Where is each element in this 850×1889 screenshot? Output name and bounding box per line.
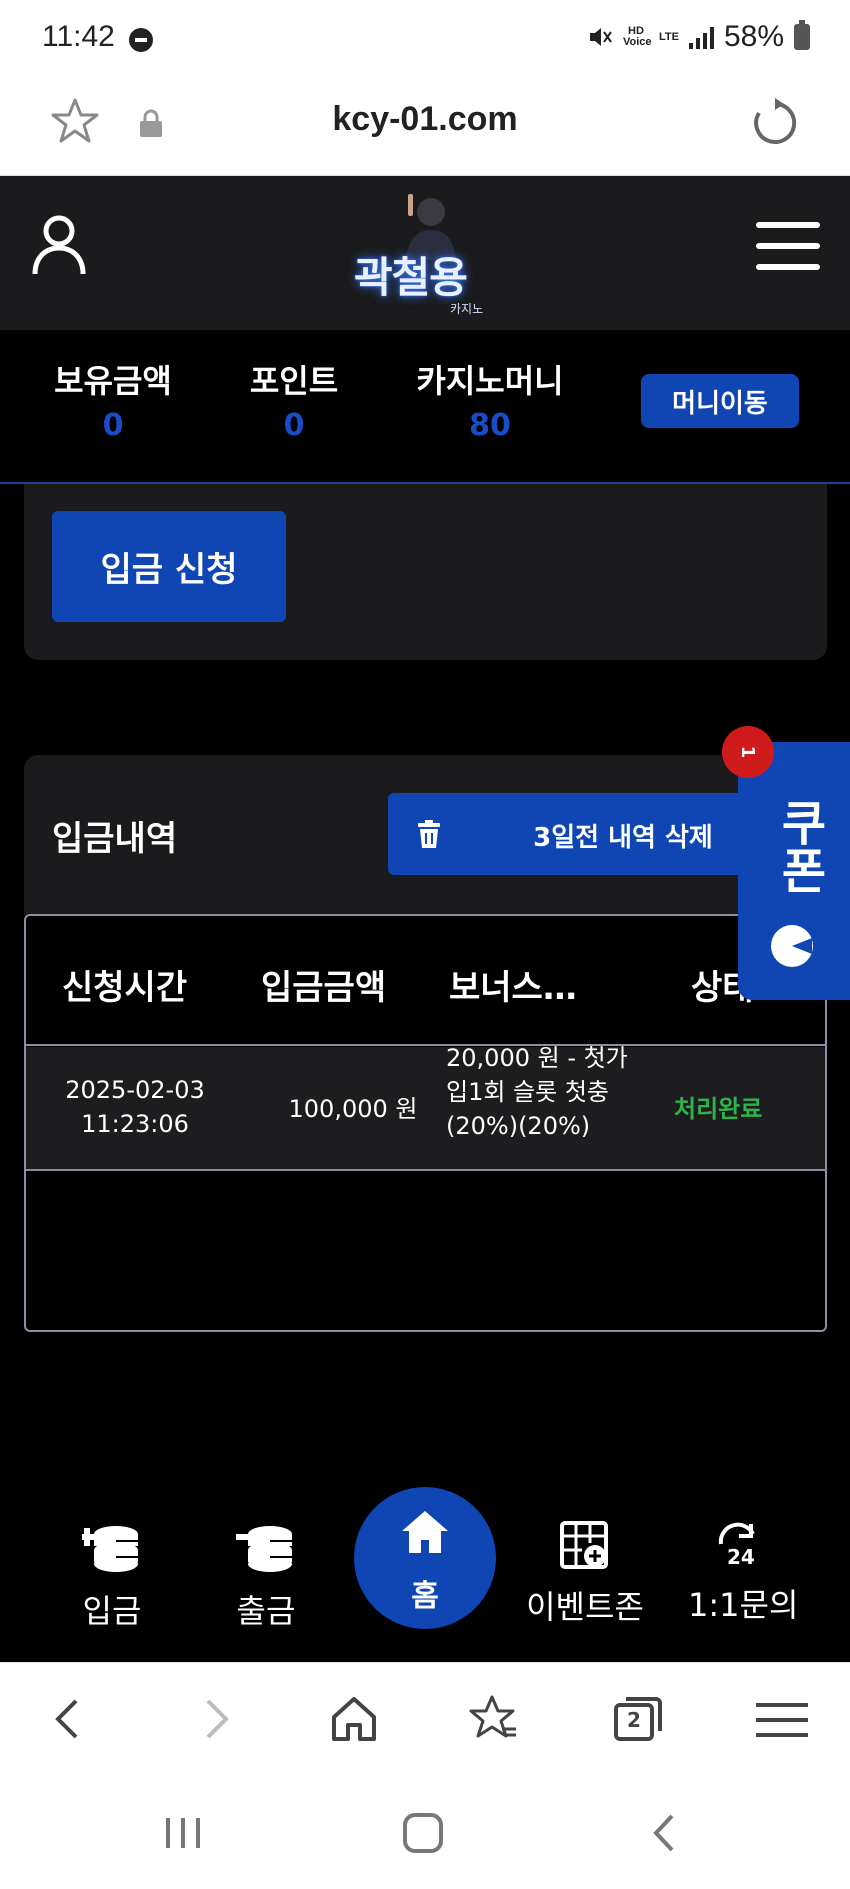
- system-back-icon[interactable]: [640, 1808, 690, 1858]
- user-icon[interactable]: [32, 214, 86, 276]
- hamburger-menu-icon[interactable]: [756, 222, 820, 270]
- deposit-history-card: 입금내역 3일전 내역 삭제: [24, 755, 827, 915]
- balance-row: 보유금액 0 포인트 0 카지노머니 80 머니이동: [0, 330, 850, 484]
- nav-item-inquiry[interactable]: 24 1:1문의: [688, 1520, 799, 1626]
- balance-item-casino-money: 카지노머니 80: [410, 356, 570, 443]
- balance-item-holding: 보유금액 0: [48, 356, 178, 443]
- coupon-icon: [771, 925, 813, 967]
- status-time: 11:42: [42, 20, 115, 53]
- nav-label-withdraw: 출금: [236, 1592, 296, 1630]
- logo-subtext: 카지노: [450, 302, 484, 316]
- system-nav-bar: [0, 1774, 850, 1889]
- money-move-button[interactable]: 머니이동: [641, 374, 799, 428]
- nav-item-withdraw[interactable]: 출금: [226, 1520, 306, 1632]
- svg-text:24: 24: [727, 1545, 755, 1569]
- network-type-icon: LTE: [658, 30, 679, 43]
- coupon-count-badge: 1: [722, 726, 774, 778]
- balance-value: 0: [102, 408, 124, 443]
- home-icon: [402, 1511, 448, 1553]
- cell-status: 처리완료: [674, 1095, 763, 1123]
- nav-item-deposit[interactable]: 입금: [72, 1520, 152, 1632]
- history-table: 신청시간 입금금액 보너스… 상태 2025-02-03 11:23:06 10…: [24, 914, 827, 1332]
- logo-text: 곽철용: [354, 253, 468, 302]
- reload-icon[interactable]: [748, 96, 802, 150]
- deposit-apply-button[interactable]: 입금 신청: [52, 511, 286, 622]
- do-not-disturb-icon: [129, 28, 153, 52]
- browser-menu-icon[interactable]: [756, 1693, 808, 1745]
- column-header-time: 신청시간: [62, 968, 188, 1008]
- balance-item-points: 포인트 0: [242, 356, 346, 443]
- nav-item-event-zone[interactable]: 이벤트존: [520, 1520, 650, 1628]
- status-icons: HD Voice LTE 58%: [587, 20, 810, 54]
- table-row[interactable]: 2025-02-03 11:23:06 100,000 원 20,000 원 -…: [26, 1044, 825, 1171]
- casino-money-value: 80: [469, 408, 511, 443]
- back-icon[interactable]: [44, 1693, 96, 1745]
- coin-stack-minus-icon: [236, 1526, 292, 1572]
- cell-bonus: 20,000 원 - 첫가입1회 슬롯 첫충(20%)(20%): [446, 1044, 628, 1140]
- deposit-card: 입금 신청: [24, 484, 827, 660]
- browser-toolbar: 2: [0, 1662, 850, 1774]
- signal-icon: [688, 25, 714, 49]
- system-home-icon[interactable]: [398, 1808, 448, 1858]
- app-header: 곽철용 카지노: [0, 176, 850, 330]
- tabs-count: 2: [627, 1708, 641, 1732]
- battery-icon: [794, 20, 810, 50]
- points-label: 포인트: [249, 362, 339, 400]
- url-text[interactable]: kcy-01.com: [0, 100, 850, 139]
- column-header-amount: 입금금액: [261, 968, 387, 1008]
- nav-label-home: 홈: [411, 1579, 439, 1614]
- home-browser-icon[interactable]: [328, 1693, 380, 1745]
- support-24-icon: 24: [718, 1522, 755, 1569]
- status-bar: 11:42 HD Voice LTE 58%: [0, 0, 850, 80]
- coupon-floating-tab[interactable]: 쿠폰: [738, 742, 850, 1000]
- cell-amount: 100,000 원: [288, 1095, 418, 1123]
- table-header-row: 신청시간 입금금액 보너스… 상태: [26, 916, 825, 1046]
- column-header-bonus: 보너스…: [449, 968, 577, 1008]
- points-value: 0: [283, 408, 305, 443]
- nav-label-inquiry: 1:1문의: [688, 1586, 799, 1624]
- nav-label-event-zone: 이벤트존: [526, 1588, 644, 1626]
- bookmarks-icon[interactable]: [468, 1693, 520, 1745]
- tabs-icon[interactable]: 2: [612, 1693, 664, 1745]
- hd-voice-icon: HD Voice: [622, 25, 652, 48]
- history-title: 입금내역: [52, 819, 178, 859]
- bottom-nav: 입금 출금 홈 이벤트존 24 1:1문의: [0, 1480, 850, 1662]
- mute-icon: [589, 28, 612, 46]
- recent-apps-icon[interactable]: [158, 1808, 208, 1858]
- site-logo[interactable]: 곽철용 카지노: [340, 190, 520, 318]
- url-bar: kcy-01.com: [0, 80, 850, 176]
- balance-label: 보유금액: [54, 362, 172, 400]
- cell-time: 2025-02-03 11:23:06: [65, 1076, 205, 1138]
- forward-icon[interactable]: [188, 1693, 240, 1745]
- battery-percent: 58%: [723, 20, 784, 53]
- coupon-label: 쿠폰: [771, 798, 827, 894]
- calendar-plus-icon: [560, 1521, 608, 1569]
- nav-item-home[interactable]: 홈: [354, 1487, 496, 1629]
- nav-label-deposit: 입금: [82, 1592, 142, 1630]
- coin-stack-plus-icon: [82, 1526, 138, 1572]
- casino-money-label: 카지노머니: [416, 362, 564, 400]
